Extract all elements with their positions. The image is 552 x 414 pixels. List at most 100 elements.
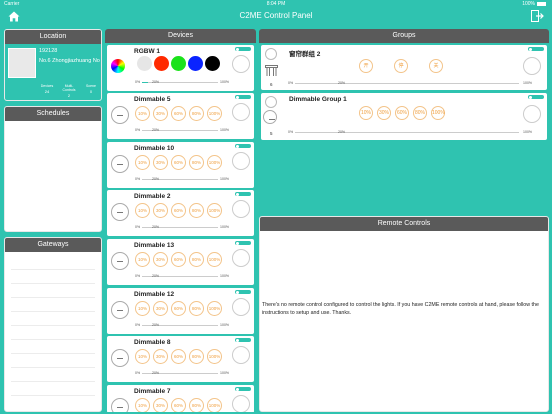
level-button[interactable]: 80% [189, 106, 204, 121]
group-card-dimmable[interactable]: 5 Dimmable Group 1 10% 30% 60% 80% 100% … [261, 93, 547, 140]
level-button[interactable]: 60% [171, 155, 186, 170]
brightness-dial[interactable] [232, 298, 250, 316]
level-button[interactable]: 60% [171, 106, 186, 121]
level-button[interactable]: 30% [153, 301, 168, 316]
group-select-ring[interactable] [265, 48, 277, 60]
device-toggle[interactable] [235, 387, 251, 391]
level-button[interactable]: 10% [135, 398, 150, 412]
device-toggle[interactable] [235, 95, 251, 99]
level-button[interactable]: 60% [171, 349, 186, 364]
device-card-dimmable[interactable]: Dimmable 8 10% 30% 60% 80% 100% 0% 20% 100% [107, 336, 254, 382]
level-button[interactable]: 30% [153, 155, 168, 170]
device-card-dimmable[interactable]: Dimmable 2 10% 30% 60% 80% 100% 0% 20% 100% [107, 190, 254, 236]
device-card-dimmable[interactable]: Dimmable 12 10% 30% 60% 80% 100% 0% 20% 100% [107, 288, 254, 334]
level-button[interactable]: 80% [189, 398, 204, 412]
brightness-dial[interactable] [232, 249, 250, 267]
level-button[interactable]: 10% [135, 203, 150, 218]
level-button[interactable]: 10% [135, 349, 150, 364]
level-button[interactable]: 60% [171, 398, 186, 412]
group-slider[interactable]: 0% 20% 100% [288, 130, 532, 136]
level-button[interactable]: 10% [135, 252, 150, 267]
device-toggle[interactable] [235, 192, 251, 196]
curtain-open-button[interactable]: 开 [359, 59, 373, 73]
power-button[interactable] [111, 398, 129, 412]
level-button[interactable]: 60% [171, 203, 186, 218]
level-button[interactable]: 80% [189, 349, 204, 364]
level-button[interactable]: 30% [153, 349, 168, 364]
brightness-dial[interactable] [232, 346, 250, 364]
color-swatch[interactable] [154, 56, 169, 71]
curtain-close-button[interactable]: 关 [429, 59, 443, 73]
level-button[interactable]: 10% [135, 155, 150, 170]
brightness-slider[interactable]: 0% 20% 100% [135, 177, 229, 183]
device-card-dimmable[interactable]: Dimmable 13 10% 30% 60% 80% 100% 0% 20% 100% [107, 239, 254, 285]
level-button[interactable]: 100% [207, 155, 222, 170]
color-swatch[interactable] [188, 56, 203, 71]
power-button[interactable] [111, 203, 129, 221]
level-button[interactable]: 100% [207, 203, 222, 218]
level-button[interactable]: 60% [395, 106, 409, 120]
device-toggle[interactable] [235, 144, 251, 148]
group-slider[interactable]: 0% 20% 100% [288, 81, 532, 87]
brightness-dial[interactable] [232, 103, 250, 121]
location-panel[interactable]: Location 192128 No.6 Zhongjiazhuang No D… [4, 29, 102, 101]
device-card-dimmable[interactable]: Dimmable 10 10% 30% 60% 80% 100% 0% 20% 100% [107, 142, 254, 188]
color-wheel-icon[interactable] [111, 59, 125, 73]
device-card-dimmable[interactable]: Dimmable 5 10% 30% 60% 80% 100% 0% 20% 100% [107, 93, 254, 139]
level-button[interactable]: 80% [189, 155, 204, 170]
level-button[interactable]: 100% [431, 106, 445, 120]
level-button[interactable]: 10% [135, 106, 150, 121]
group-dial[interactable] [523, 105, 541, 123]
level-button[interactable]: 10% [135, 301, 150, 316]
device-card-dimmable[interactable]: Dimmable 7 10%30%60%80%100% 0% 20% 100% [107, 385, 254, 412]
group-dial[interactable] [523, 57, 541, 75]
power-button[interactable] [263, 110, 277, 124]
level-button[interactable]: 80% [413, 106, 427, 120]
level-button[interactable]: 60% [171, 252, 186, 267]
group-toggle[interactable] [528, 95, 544, 99]
brightness-dial[interactable] [232, 152, 250, 170]
level-button[interactable]: 100% [207, 349, 222, 364]
device-toggle[interactable] [235, 338, 251, 342]
level-button[interactable]: 10% [359, 106, 373, 120]
brightness-slider[interactable]: 0% 20% 100% [135, 371, 229, 377]
power-button[interactable] [111, 155, 129, 173]
brightness-dial[interactable] [232, 395, 250, 412]
level-button[interactable]: 30% [153, 106, 168, 121]
brightness-dial[interactable] [232, 200, 250, 218]
brightness-slider[interactable]: 0% 20% 100% [135, 274, 229, 280]
brightness-slider[interactable]: 0% 20% 100% [135, 128, 229, 134]
logout-icon[interactable] [531, 10, 544, 22]
color-swatch[interactable] [137, 56, 152, 71]
level-button[interactable]: 30% [153, 203, 168, 218]
level-button[interactable]: 100% [207, 106, 222, 121]
level-button[interactable]: 30% [377, 106, 391, 120]
color-swatch[interactable] [205, 56, 220, 71]
power-button[interactable] [111, 106, 129, 124]
device-toggle[interactable] [235, 47, 251, 51]
level-button[interactable]: 30% [153, 252, 168, 267]
level-button[interactable]: 30% [153, 398, 168, 412]
power-button[interactable] [111, 252, 129, 270]
level-button[interactable]: 80% [189, 301, 204, 316]
brightness-slider[interactable]: 0% 20% 100% [135, 323, 229, 329]
device-toggle[interactable] [235, 241, 251, 245]
level-button[interactable]: 60% [171, 301, 186, 316]
group-select-ring[interactable] [265, 96, 277, 108]
group-card-curtain[interactable]: 6 窗帘群组 2 开 停 关 0% 20% 100% [261, 45, 547, 90]
group-toggle[interactable] [528, 47, 544, 51]
brightness-slider[interactable]: 0% 20% 100% [135, 80, 229, 86]
brightness-slider[interactable]: 0% 20% 100% [135, 225, 229, 231]
level-button[interactable]: 100% [207, 398, 222, 412]
level-button[interactable]: 80% [189, 252, 204, 267]
power-button[interactable] [111, 301, 129, 319]
power-button[interactable] [111, 349, 129, 367]
brightness-dial[interactable] [232, 55, 250, 73]
level-button[interactable]: 100% [207, 252, 222, 267]
device-card-rgbw[interactable]: RGBW 1 0% 20% 100% [107, 45, 254, 91]
curtain-stop-button[interactable]: 停 [394, 59, 408, 73]
level-button[interactable]: 100% [207, 301, 222, 316]
level-button[interactable]: 80% [189, 203, 204, 218]
color-swatch[interactable] [171, 56, 186, 71]
device-toggle[interactable] [235, 290, 251, 294]
